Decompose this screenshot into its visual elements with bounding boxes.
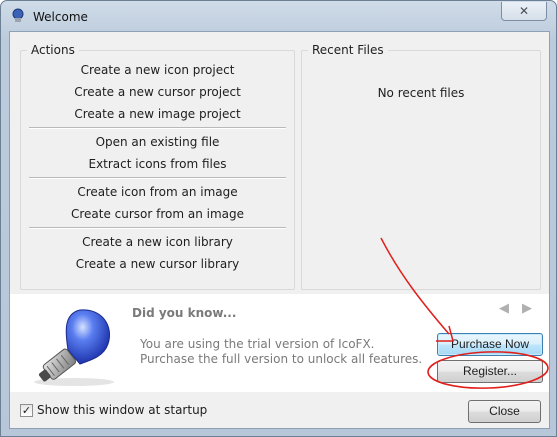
purchase-now-button[interactable]: Purchase Now: [437, 333, 543, 356]
actions-divider: [29, 227, 286, 229]
action-cursor-from-image[interactable]: Create cursor from an image: [21, 207, 294, 221]
actions-title: Actions: [27, 43, 79, 57]
action-new-cursor-library[interactable]: Create a new cursor library: [21, 257, 294, 271]
recent-files-title: Recent Files: [308, 43, 388, 57]
action-extract-icons[interactable]: Extract icons from files: [21, 157, 294, 171]
actions-divider: [29, 177, 286, 179]
action-create-image-project[interactable]: Create a new image project: [21, 107, 294, 121]
app-icon: [12, 8, 24, 22]
window-content: Actions Create a new icon project Create…: [9, 31, 550, 429]
show-at-startup-label: Show this window at startup: [37, 403, 208, 417]
recent-files-group: Recent Files No recent files: [301, 43, 541, 290]
title-bar[interactable]: Welcome ✕: [1, 1, 556, 31]
actions-group: Actions Create a new icon project Create…: [20, 43, 295, 290]
welcome-window: Welcome ✕ Actions Create a new icon proj…: [0, 0, 557, 437]
close-button[interactable]: Close: [468, 400, 541, 423]
action-open-file[interactable]: Open an existing file: [21, 135, 294, 149]
action-new-icon-library[interactable]: Create a new icon library: [21, 235, 294, 249]
action-create-cursor-project[interactable]: Create a new cursor project: [21, 85, 294, 99]
action-create-icon-project[interactable]: Create a new icon project: [21, 63, 294, 77]
tip-message: You are using the trial version of IcoFX…: [140, 337, 423, 366]
tips-panel: Did you know... ◀ ▶ You are using the tr…: [10, 294, 549, 392]
show-at-startup-checkbox[interactable]: ✓: [20, 404, 33, 417]
recent-files-empty: No recent files: [377, 86, 465, 100]
lightbulb-icon: [34, 309, 114, 386]
window-title: Welcome: [33, 10, 88, 24]
next-tip-icon[interactable]: ▶: [522, 302, 536, 316]
register-button[interactable]: Register...: [437, 360, 543, 383]
action-icon-from-image[interactable]: Create icon from an image: [21, 185, 294, 199]
window-close-button[interactable]: ✕: [501, 2, 547, 21]
did-you-know-heading: Did you know...: [132, 306, 237, 320]
previous-tip-icon[interactable]: ◀: [499, 302, 513, 316]
actions-divider: [29, 127, 286, 129]
